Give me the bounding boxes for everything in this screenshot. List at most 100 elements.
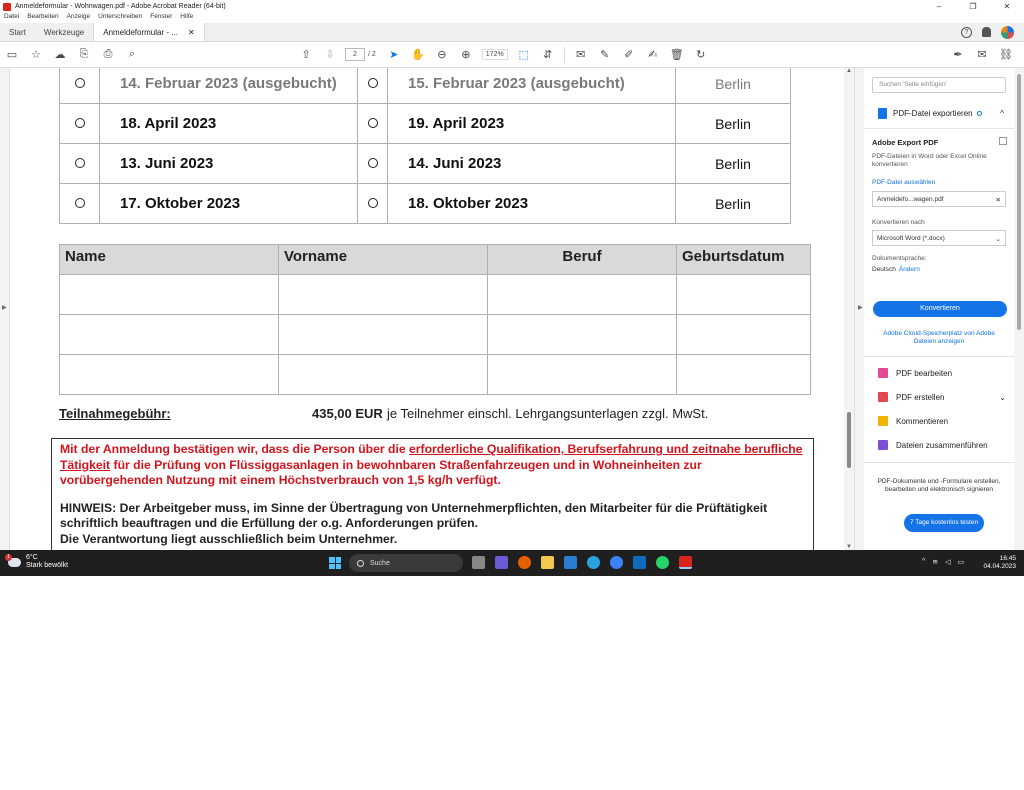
tool-comment[interactable]: Kommentieren bbox=[878, 413, 1006, 429]
sign-icon[interactable]: ✍ bbox=[641, 45, 665, 65]
teams-chat-icon[interactable] bbox=[495, 556, 508, 569]
date-option-radio[interactable] bbox=[357, 183, 388, 224]
tool-search-input[interactable]: Suchen 'Seite einfügen' bbox=[872, 77, 1006, 93]
copy-icon[interactable] bbox=[999, 137, 1007, 145]
task-view-icon[interactable] bbox=[472, 556, 485, 569]
selected-file-box[interactable]: Anmeldefo...wagen.pdf ✕ bbox=[872, 191, 1006, 207]
store-icon[interactable] bbox=[564, 556, 577, 569]
windows-start-icon[interactable] bbox=[329, 557, 341, 569]
telegram-icon[interactable] bbox=[587, 556, 600, 569]
tools-pane-scrollbar[interactable] bbox=[1014, 68, 1024, 550]
vorname-field[interactable] bbox=[278, 354, 488, 395]
scroll-mode-icon[interactable]: ⇵ bbox=[536, 45, 560, 65]
minimize-button[interactable]: – bbox=[922, 2, 956, 11]
expand-left-panel-icon[interactable]: ▶ bbox=[2, 304, 7, 311]
close-window-button[interactable]: ✕ bbox=[990, 2, 1024, 11]
menu-unterschreiben[interactable]: Unterschreiben bbox=[98, 13, 142, 23]
right-panel-collapse-rail[interactable]: ▶ bbox=[854, 68, 864, 550]
highlight-pen-icon[interactable]: ✎ bbox=[593, 45, 617, 65]
remove-file-icon[interactable]: ✕ bbox=[996, 196, 1001, 204]
document-scroll-thumb[interactable] bbox=[847, 412, 851, 468]
file-explorer-icon[interactable] bbox=[541, 556, 554, 569]
fit-page-icon[interactable]: ⬚ bbox=[512, 45, 536, 65]
date-option-radio[interactable] bbox=[357, 68, 388, 104]
whatsapp-icon[interactable] bbox=[656, 556, 669, 569]
menu-anzeige[interactable]: Anzeige bbox=[67, 13, 91, 23]
date-option-radio[interactable] bbox=[59, 103, 100, 144]
name-field[interactable] bbox=[59, 274, 279, 315]
battery-icon[interactable]: ▭ bbox=[958, 558, 965, 566]
document-scrollbar[interactable]: ▲ ▼ bbox=[844, 68, 854, 550]
tool-combine-files[interactable]: Dateien zusammenführen bbox=[878, 437, 1006, 453]
geburtsdatum-field[interactable] bbox=[676, 354, 811, 395]
page-down-icon[interactable]: ⇩ bbox=[318, 45, 342, 65]
share-file-icon[interactable]: ⎘ bbox=[72, 45, 96, 65]
comment-icon[interactable]: ✉ bbox=[569, 45, 593, 65]
chevron-down-icon[interactable]: ⌄ bbox=[999, 393, 1006, 402]
name-field[interactable] bbox=[59, 354, 279, 395]
cloud-storage-link[interactable]: Adobe Cloud-Speicherplatz von Adobe Date… bbox=[872, 330, 1006, 346]
help-icon[interactable]: ? bbox=[961, 26, 972, 38]
convert-button[interactable]: Konvertieren bbox=[873, 301, 1007, 317]
search-icon[interactable]: ⌕ bbox=[120, 45, 144, 65]
date-option-radio[interactable] bbox=[59, 183, 100, 224]
vorname-field[interactable] bbox=[278, 274, 488, 315]
zoom-out-icon[interactable]: ⊖ bbox=[430, 45, 454, 65]
tab-document[interactable]: Anmeldeformular - ... ✕ bbox=[93, 23, 205, 41]
taskbar-search[interactable]: Suche bbox=[349, 554, 463, 572]
delete-icon[interactable]: 🗑 bbox=[665, 45, 689, 65]
fill-sign-icon[interactable]: ✒ bbox=[946, 45, 970, 65]
convert-format-select[interactable]: Microsoft Word (*.docx) ⌄ bbox=[872, 230, 1006, 246]
firefox-icon[interactable] bbox=[518, 556, 531, 569]
geburtsdatum-field[interactable] bbox=[676, 314, 811, 355]
tab-start[interactable]: Start bbox=[0, 23, 35, 41]
geburtsdatum-field[interactable] bbox=[676, 274, 811, 315]
notification-bell-icon[interactable] bbox=[982, 27, 991, 37]
menu-hilfe[interactable]: Hilfe bbox=[180, 13, 193, 23]
menu-datei[interactable]: Datei bbox=[4, 13, 19, 23]
scroll-up-icon[interactable]: ▲ bbox=[846, 68, 852, 74]
volume-icon[interactable]: ◁ bbox=[945, 558, 950, 566]
date-option-radio[interactable] bbox=[59, 68, 100, 104]
chevron-up-icon[interactable]: ^ bbox=[1000, 109, 1004, 118]
acrobat-taskbar-icon[interactable] bbox=[679, 556, 692, 569]
document-viewport[interactable]: 14. Februar 2023 (ausgebucht) 15. Februa… bbox=[10, 68, 844, 550]
select-cursor-icon[interactable]: ➤ bbox=[382, 45, 406, 65]
messenger-icon[interactable] bbox=[610, 556, 623, 569]
account-avatar[interactable] bbox=[1001, 25, 1014, 39]
beruf-field[interactable] bbox=[487, 314, 677, 355]
collapse-right-panel-icon[interactable]: ▶ bbox=[858, 304, 863, 311]
hand-tool-icon[interactable]: ✋ bbox=[406, 45, 430, 65]
tray-chevron-up-icon[interactable]: ^ bbox=[922, 558, 925, 566]
mail-icon[interactable] bbox=[633, 556, 646, 569]
date-option-radio[interactable] bbox=[59, 143, 100, 184]
free-trial-button[interactable]: 7 Tage kostenlos testen bbox=[904, 514, 984, 532]
bookmark-star-icon[interactable]: ☆ bbox=[24, 45, 48, 65]
beruf-field[interactable] bbox=[487, 274, 677, 315]
left-collapsed-panel[interactable]: ▶ bbox=[0, 68, 10, 550]
tools-pane-scroll-thumb[interactable] bbox=[1017, 74, 1021, 330]
vorname-field[interactable] bbox=[278, 314, 488, 355]
date-option-radio[interactable] bbox=[357, 143, 388, 184]
weather-widget[interactable]: 1 6°C Stark bewölkt bbox=[5, 553, 68, 570]
tool-create-pdf[interactable]: PDF erstellen ⌄ bbox=[878, 389, 1006, 405]
tool-edit-pdf[interactable]: PDF bearbeiten bbox=[878, 365, 1006, 381]
beruf-field[interactable] bbox=[487, 354, 677, 395]
page-number-input[interactable]: 2 bbox=[345, 48, 365, 61]
close-tab-icon[interactable]: ✕ bbox=[188, 28, 195, 37]
tab-tools[interactable]: Werkzeuge bbox=[35, 23, 93, 41]
export-pdf-header[interactable]: PDF-Datei exportieren ^ bbox=[864, 102, 1014, 124]
zoom-level-select[interactable]: 172% bbox=[481, 49, 508, 60]
name-field[interactable] bbox=[59, 314, 279, 355]
taskbar-clock[interactable]: 16:45 04.04.2023 bbox=[982, 555, 1016, 571]
draw-icon[interactable]: ✐ bbox=[617, 45, 641, 65]
link-share-icon[interactable]: ⛓ bbox=[994, 45, 1018, 65]
rotate-icon[interactable]: ↻ bbox=[689, 45, 713, 65]
menu-bearbeiten[interactable]: Bearbeiten bbox=[27, 13, 58, 23]
date-option-radio[interactable] bbox=[357, 103, 388, 144]
send-mail-icon[interactable]: ✉ bbox=[970, 45, 994, 65]
select-pdf-link[interactable]: PDF-Datei auswählen bbox=[872, 179, 935, 186]
change-language-link[interactable]: Ändern bbox=[899, 266, 920, 273]
menu-fenster[interactable]: Fenster bbox=[150, 13, 172, 23]
upload-cloud-icon[interactable]: ☁ bbox=[48, 45, 72, 65]
